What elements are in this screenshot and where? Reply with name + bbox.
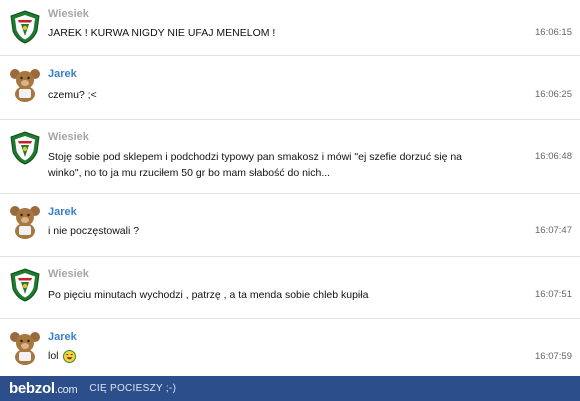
message-time: 16:06:48 <box>535 151 572 162</box>
chat-message: Jarek lol 16:07:59 <box>0 318 580 376</box>
teddy-bear-icon <box>7 329 43 365</box>
message-time: 16:07:47 <box>535 225 572 236</box>
message-line: czemu? ;< <box>48 89 97 101</box>
laughing-smiley-icon <box>63 349 77 363</box>
wks-slask-crest-icon <box>7 9 43 45</box>
chat-message: Jarek czemu? ;< 16:06:25 <box>0 55 580 119</box>
sender-name: Jarek <box>48 68 77 80</box>
message-line: winko", no to ja mu rzuciłem 50 gr bo ma… <box>48 167 331 179</box>
message-line: i nie poczęstowali ? <box>48 225 140 237</box>
message-text: Po pięciu minutach wychodzi , patrzę , a… <box>48 287 518 303</box>
sender-name: Jarek <box>48 331 77 343</box>
message-text: lol <box>48 348 518 364</box>
sender-name: Wiesiek <box>48 131 89 143</box>
teddy-bear-icon <box>7 203 43 239</box>
message-text: czemu? ;< <box>48 87 518 103</box>
sender-name: Wiesiek <box>48 268 89 280</box>
message-time: 16:06:15 <box>535 27 572 38</box>
brand-domain: .com <box>54 384 78 396</box>
message-line: JAREK ! KURWA NIGDY NIE UFAJ MENELOM ! <box>48 27 276 39</box>
sender-name: Jarek <box>48 206 77 218</box>
footer-bar: bebzol.com CIĘ POCIESZY ;-) <box>0 376 580 401</box>
brand-logo[interactable]: bebzol.com <box>9 380 78 397</box>
message-time: 16:07:59 <box>535 351 572 362</box>
wks-slask-crest-icon <box>7 130 43 166</box>
message-line: Po pięciu minutach wychodzi , patrzę , a… <box>48 289 369 301</box>
chat-message: Jarek i nie poczęstowali ? 16:07:47 <box>0 193 580 256</box>
message-text: Stoję sobie pod sklepem i podchodzi typo… <box>48 149 518 181</box>
message-time: 16:07:51 <box>535 289 572 300</box>
wks-slask-crest-icon <box>7 267 43 303</box>
chat-message: Wiesiek Po pięciu minutach wychodzi , pa… <box>0 256 580 318</box>
teddy-bear-icon <box>7 66 43 102</box>
chat-message: Wiesiek JAREK ! KURWA NIGDY NIE UFAJ MEN… <box>0 0 580 54</box>
message-time: 16:06:25 <box>535 89 572 100</box>
brand-name: bebzol <box>9 380 55 397</box>
message-text: JAREK ! KURWA NIGDY NIE UFAJ MENELOM ! <box>48 25 518 41</box>
chat-log: Wiesiek JAREK ! KURWA NIGDY NIE UFAJ MEN… <box>0 0 580 375</box>
sender-name: Wiesiek <box>48 8 89 20</box>
tagline: CIĘ POCIESZY ;-) <box>89 383 177 394</box>
message-line: lol <box>48 350 59 362</box>
message-line: Stoję sobie pod sklepem i podchodzi typo… <box>48 151 463 163</box>
message-text: i nie poczęstowali ? <box>48 223 518 239</box>
chat-message: Wiesiek Stoję sobie pod sklepem i podcho… <box>0 119 580 193</box>
